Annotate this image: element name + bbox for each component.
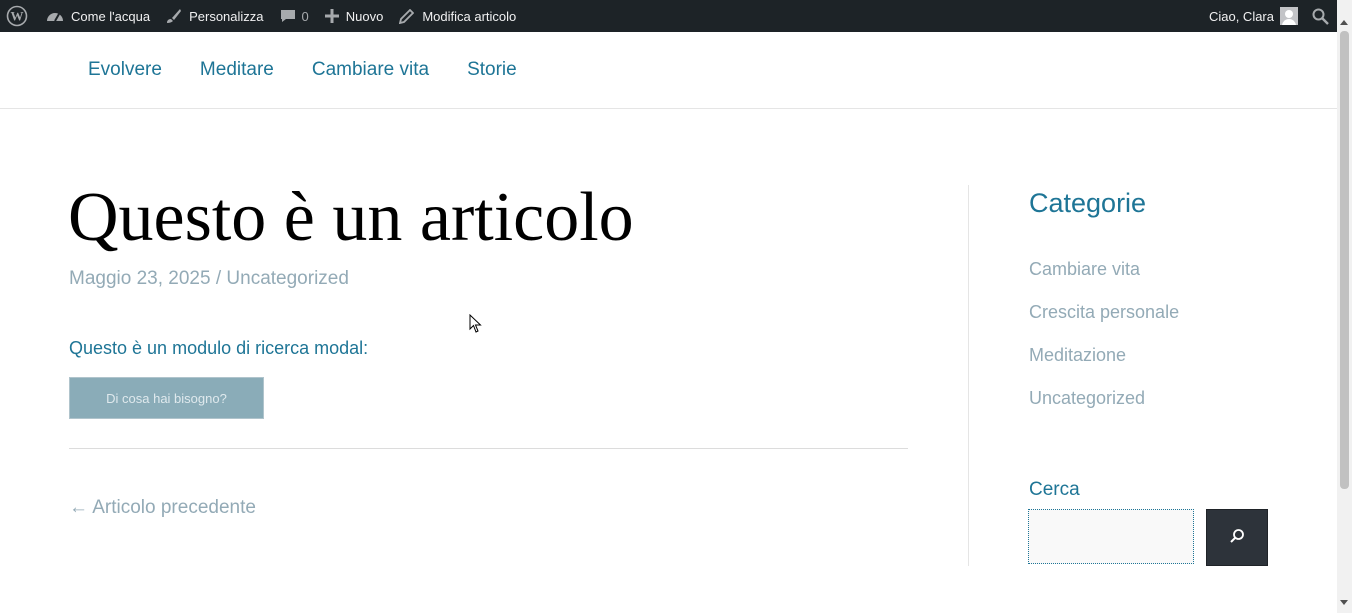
post-date: Maggio 23, 2025 <box>69 268 211 289</box>
scroll-down-arrow-icon[interactable] <box>1340 600 1348 605</box>
new-content-menu[interactable]: Nuovo <box>317 0 392 32</box>
my-account-menu[interactable]: Ciao, Clara <box>1201 0 1312 32</box>
customize-label: Personalizza <box>189 8 264 24</box>
plus-icon <box>324 9 339 23</box>
sidebar-search-input[interactable] <box>1028 509 1194 564</box>
nav-item-cambiare-vita[interactable]: Cambiare vita <box>293 59 448 81</box>
pencil-icon <box>399 8 415 24</box>
sidebar-search-button[interactable] <box>1206 509 1268 566</box>
sidebar-divider <box>968 185 969 566</box>
customize-menu[interactable]: Personalizza <box>158 0 271 32</box>
comment-icon <box>280 8 296 24</box>
previous-post-link[interactable]: ← Articolo precedente <box>69 497 256 519</box>
scrollbar-thumb[interactable] <box>1340 31 1349 489</box>
nav-item-evolvere[interactable]: Evolvere <box>69 59 181 81</box>
category-item-cambiare-vita[interactable]: Cambiare vita <box>1029 259 1179 302</box>
avatar <box>1280 7 1298 25</box>
categories-list: Cambiare vita Crescita personale Meditaz… <box>1029 259 1179 431</box>
search-widget-label: Cerca <box>1029 479 1080 500</box>
search-icon <box>1229 528 1245 548</box>
scroll-up-arrow-icon[interactable] <box>1340 20 1348 25</box>
nav-item-storie[interactable]: Storie <box>448 59 536 81</box>
site-name-menu[interactable]: Come l'acqua <box>38 0 158 32</box>
post-title: Questo è un articolo <box>68 179 634 256</box>
nav-item-meditare[interactable]: Meditare <box>181 59 293 81</box>
comments-menu[interactable]: 0 <box>272 0 317 32</box>
edit-post-menu[interactable]: Modifica articolo <box>391 0 524 32</box>
admin-bar: W Come l'acqua Personalizza 0 Nuovo Modi… <box>0 0 1352 32</box>
site-name: Come l'acqua <box>71 8 151 24</box>
categories-widget-title: Categorie <box>1029 188 1147 218</box>
post-divider <box>69 448 908 449</box>
category-item-meditazione[interactable]: Meditazione <box>1029 345 1179 388</box>
svg-text:W: W <box>11 9 24 24</box>
admin-bar-left: W Come l'acqua Personalizza 0 Nuovo Modi… <box>0 0 524 32</box>
modal-search-button[interactable]: Di cosa hai bisogno? <box>69 377 264 419</box>
post-meta: Maggio 23, 2025 / Uncategorized <box>69 268 349 290</box>
edit-post-label: Modifica articolo <box>422 8 517 24</box>
brush-icon <box>166 8 182 24</box>
greeting: Ciao, Clara <box>1208 8 1274 24</box>
meta-separator: / <box>210 268 227 289</box>
primary-navigation: Evolvere Meditare Cambiare vita Storie <box>69 32 536 108</box>
category-item-crescita-personale[interactable]: Crescita personale <box>1029 302 1179 345</box>
dashboard-icon <box>46 8 64 24</box>
comments-count: 0 <box>301 8 309 24</box>
wordpress-logo-icon[interactable]: W <box>0 0 38 32</box>
category-item-uncategorized[interactable]: Uncategorized <box>1029 388 1179 431</box>
post-intro-text: Questo è un modulo di ricerca modal: <box>69 338 369 358</box>
site-header: Evolvere Meditare Cambiare vita Storie <box>0 32 1337 109</box>
new-label: Nuovo <box>345 8 384 24</box>
mouse-cursor-icon <box>469 313 483 338</box>
post-category-link[interactable]: Uncategorized <box>226 268 349 289</box>
page-scrollbar[interactable] <box>1337 0 1352 613</box>
admin-bar-right: Ciao, Clara <box>1201 0 1352 32</box>
